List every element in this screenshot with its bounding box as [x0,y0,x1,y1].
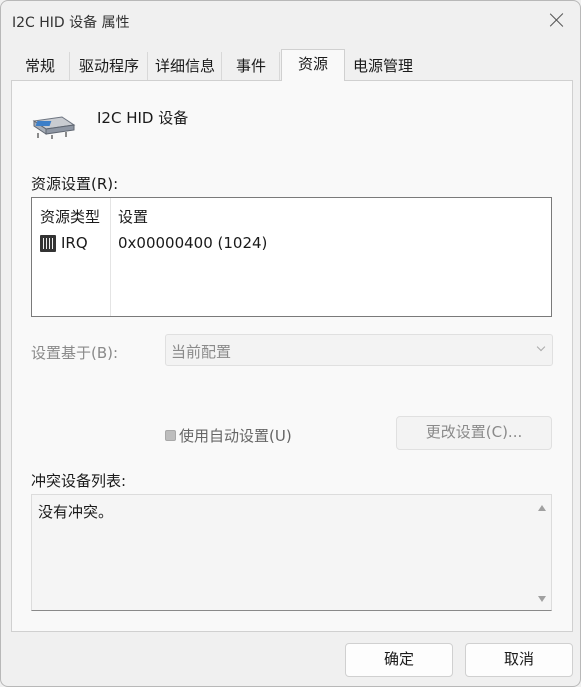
tab-power-management[interactable]: 电源管理 [345,52,421,80]
tab-details[interactable]: 详细信息 [149,52,222,80]
column-header-type[interactable]: 资源类型 [40,206,100,227]
conflict-scrollbar[interactable] [533,495,551,610]
conflict-text: 没有冲突。 [38,503,114,521]
cancel-button[interactable]: 取消 [465,643,573,677]
tab-events[interactable]: 事件 [223,52,280,80]
chevron-down-icon [536,342,546,352]
tab-general[interactable]: 常规 [11,52,70,80]
change-settings-button[interactable]: 更改设置(C)... [396,416,552,450]
resource-list[interactable]: 资源类型 设置 IRQ 0x00000400 (1024) [31,197,552,317]
settings-based-on-select[interactable]: 当前配置 [165,334,553,366]
resource-setting-cell: 0x00000400 (1024) [118,234,268,252]
resource-type-cell: IRQ [61,234,88,252]
tab-strip: 常规 驱动程序 详细信息 事件 资源 电源管理 [11,49,571,81]
title-bar: I2C HID 设备 属性 [1,1,580,41]
auto-settings-label: 使用自动设置(U) [179,427,292,445]
ok-button[interactable]: 确定 [345,643,453,677]
scroll-down-icon[interactable] [538,596,546,602]
close-icon[interactable] [548,11,566,29]
window-title: I2C HID 设备 属性 [12,15,130,31]
settings-based-on-value: 当前配置 [171,343,232,361]
hid-device-icon [32,116,76,139]
resource-settings-label: 资源设置(R): [31,175,119,193]
resources-panel: I2C HID 设备 资源设置(R): 资源类型 设置 IRQ 0x000004… [11,80,573,632]
properties-dialog: I2C HID 设备 属性 常规 驱动程序 详细信息 事件 资源 电源管理 I2… [0,0,581,687]
conflict-list[interactable]: 没有冲突。 [31,494,552,611]
device-name: I2C HID 设备 [97,109,189,127]
tab-driver[interactable]: 驱动程序 [71,52,148,80]
tab-resources[interactable]: 资源 [281,49,345,81]
scroll-up-icon[interactable] [538,505,546,511]
conflict-list-label: 冲突设备列表: [31,472,127,490]
auto-settings-checkbox[interactable] [165,430,176,441]
settings-based-on-label: 设置基于(B): [31,344,119,362]
column-header-setting[interactable]: 设置 [118,206,148,227]
irq-chip-icon [40,235,56,252]
